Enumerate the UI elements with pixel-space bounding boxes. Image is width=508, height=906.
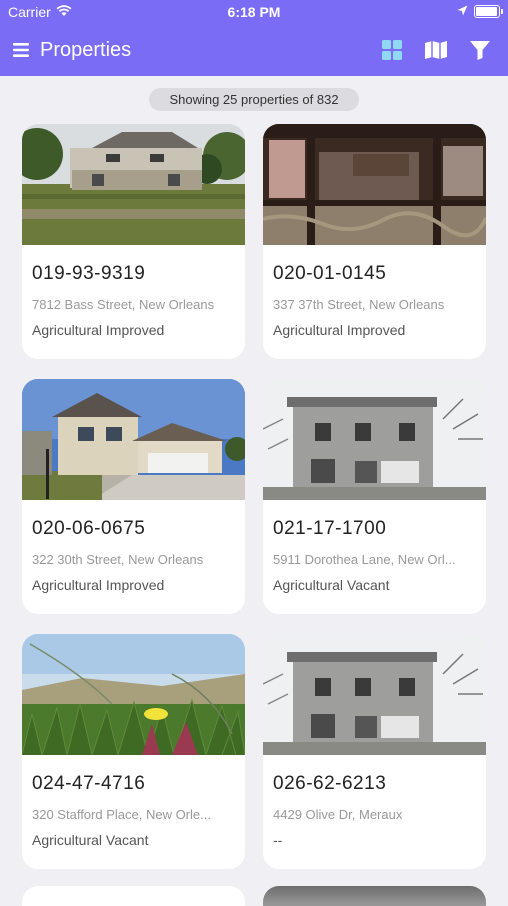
status-bar: Carrier 6:18 PM [0, 0, 508, 24]
old-house-photo [22, 124, 245, 245]
property-card-body: 020-01-0145 337 37th Street, New Orleans A… [263, 245, 486, 338]
dune-plants-photo [22, 634, 245, 755]
next-row-peek [22, 886, 486, 906]
property-card[interactable]: 019-93-9319 7812 Bass Street, New Orleans… [22, 124, 245, 359]
menu-icon[interactable] [10, 38, 34, 62]
property-card-peek[interactable] [22, 886, 245, 906]
map-icon[interactable] [424, 38, 448, 62]
property-card-body: 026-62-6213 4429 Olive Dr, Meraux -- [263, 755, 486, 848]
page-title: Properties [40, 38, 132, 61]
property-address: 7812 Bass Street, New Orleans [32, 297, 215, 312]
property-card[interactable]: 020-06-0675 322 30th Street, New Orleans A… [22, 379, 245, 614]
property-type: -- [273, 832, 283, 848]
parcel-id: 020-01-0145 [273, 263, 387, 284]
nav-title-group[interactable]: Properties [10, 38, 131, 62]
nav-actions [380, 38, 492, 62]
property-address: 320 Stafford Place, New Orle... [32, 807, 211, 822]
grid-view-icon[interactable] [380, 38, 404, 62]
property-card-peek[interactable] [263, 886, 486, 906]
property-address: 5911 Dorothea Lane, New Orl... [273, 552, 456, 567]
property-card-body: 021-17-1700 5911 Dorothea Lane, New Orl..… [263, 500, 486, 593]
property-card[interactable]: 024-47-4716 320 Stafford Place, New Orle.… [22, 634, 245, 869]
property-card[interactable]: 020-01-0145 337 37th Street, New Orleans A… [263, 124, 486, 359]
result-count-bar: Showing 25 properties of 832 [0, 88, 508, 111]
property-type: Agricultural Improved [32, 322, 165, 338]
property-address: 322 30th Street, New Orleans [32, 552, 204, 567]
parcel-id: 024-47-4716 [32, 773, 146, 794]
parcel-id: 026-62-6213 [273, 773, 387, 794]
property-type: Agricultural Improved [273, 322, 406, 338]
battery-icon [474, 4, 503, 18]
suburban-house-photo [22, 379, 245, 500]
property-address: 4429 Olive Dr, Meraux [273, 807, 403, 822]
nav-bar: Properties [0, 24, 508, 76]
timber-building-photo [263, 124, 486, 245]
filter-icon[interactable] [468, 38, 492, 62]
battery-level [476, 6, 497, 16]
parcel-id: 020-06-0675 [32, 518, 146, 539]
parcel-id: 019-93-9319 [32, 263, 146, 284]
concrete-building-photo [263, 634, 486, 755]
property-card[interactable]: 021-17-1700 5911 Dorothea Lane, New Orl..… [263, 379, 486, 614]
property-type: Agricultural Vacant [273, 577, 390, 593]
parcel-id: 021-17-1700 [273, 518, 387, 539]
result-count-badge: Showing 25 properties of 832 [149, 88, 359, 111]
status-right [457, 3, 503, 19]
property-type: Agricultural Vacant [32, 832, 149, 848]
concrete-building-photo [263, 379, 486, 500]
property-grid: 019-93-9319 7812 Bass Street, New Orleans… [22, 124, 486, 869]
property-card[interactable]: 026-62-6213 4429 Olive Dr, Meraux -- [263, 634, 486, 869]
property-card-body: 020-06-0675 322 30th Street, New Orleans A… [22, 500, 245, 593]
property-type: Agricultural Improved [32, 577, 165, 593]
status-time: 6:18 PM [227, 4, 281, 20]
property-card-body: 024-47-4716 320 Stafford Place, New Orle.… [22, 755, 245, 848]
property-address: 337 37th Street, New Orleans [273, 297, 445, 312]
location-arrow-icon [457, 3, 468, 19]
property-card-body: 019-93-9319 7812 Bass Street, New Orleans… [22, 245, 245, 338]
